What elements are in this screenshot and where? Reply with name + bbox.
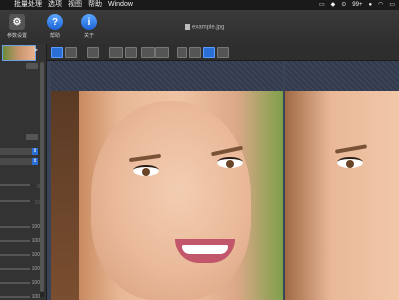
view-single-button[interactable] (177, 47, 187, 58)
right-eye (217, 157, 243, 168)
fit-height-button[interactable] (125, 47, 137, 58)
mic-icon[interactable]: ● (368, 0, 372, 10)
background-pattern (285, 61, 399, 91)
slider-3-value: 100 (31, 224, 40, 230)
menu-batch[interactable]: 批量处理 (14, 0, 42, 10)
view-overlay-button[interactable] (217, 47, 229, 58)
scrollbar-thumb[interactable] (40, 62, 44, 292)
help-label: 帮助 (49, 33, 60, 39)
slider-4-value: 100 (31, 238, 40, 244)
background-pattern (51, 61, 283, 91)
mode-select[interactable]: ⇕ (0, 158, 38, 165)
slider-2[interactable] (0, 200, 30, 202)
sidebar-button-top[interactable] (26, 63, 38, 69)
slider-8-value: 100 (31, 294, 40, 300)
document-title-text: example.jpg (192, 24, 225, 31)
add-image-icon[interactable]: ▸ (34, 45, 42, 59)
document-icon (185, 24, 190, 30)
hand-tool-button[interactable] (51, 47, 63, 58)
slider-3[interactable] (0, 226, 30, 228)
sidebar-button-mid[interactable] (26, 134, 38, 140)
zoom-tool-button[interactable] (65, 47, 77, 58)
rotate-left-button[interactable] (141, 47, 155, 58)
menu-options[interactable]: 选项 (48, 0, 62, 10)
processed-pane[interactable] (285, 61, 399, 300)
slider-6[interactable] (0, 268, 30, 270)
slider-7[interactable] (0, 282, 30, 284)
notification-count[interactable]: 99+ (352, 0, 362, 10)
view-bar (47, 44, 399, 61)
stepper-icon: ⇕ (32, 148, 38, 155)
toolbar: ⚙ 参数设置 ? 帮助 i 关于 example.jpg (0, 10, 399, 45)
help-icon: ? (47, 14, 63, 30)
document-title: example.jpg (185, 24, 224, 31)
portrait-image-processed (285, 91, 399, 300)
slider-2-value: 10 (34, 200, 40, 206)
slider-5-value: 100 (31, 252, 40, 258)
slider-5[interactable] (0, 254, 30, 256)
image-canvas[interactable] (47, 61, 399, 300)
slider-1[interactable] (0, 184, 30, 186)
left-eye (133, 165, 159, 176)
menu-help[interactable]: 帮助 (88, 0, 102, 10)
settings-button[interactable]: ⚙ 参数设置 (2, 12, 32, 39)
info-icon: i (81, 14, 97, 30)
help-button[interactable]: ? 帮助 (40, 12, 70, 39)
teeth (182, 245, 228, 254)
slider-4[interactable] (0, 240, 30, 242)
settings-label: 参数设置 (6, 33, 27, 39)
control-icon[interactable]: ⊙ (341, 0, 346, 10)
slider-7-value: 100 (31, 280, 40, 286)
image-thumbnail[interactable] (2, 45, 36, 61)
slider-1-value: 0 (37, 184, 40, 190)
original-pane[interactable] (51, 61, 283, 300)
hair (51, 91, 79, 300)
preset-select[interactable]: ⇕ (0, 148, 38, 155)
stepper-icon: ⇕ (32, 158, 38, 165)
rotate-right-button[interactable] (155, 47, 169, 58)
view-compare-button[interactable] (203, 47, 215, 58)
view-split-button[interactable] (189, 47, 201, 58)
cast-icon[interactable]: ▭ (319, 0, 325, 10)
wifi-icon[interactable]: ◠ (378, 0, 383, 10)
menu-view[interactable]: 视图 (68, 0, 82, 10)
about-button[interactable]: i 关于 (74, 12, 104, 39)
face (91, 101, 251, 300)
crop-tool-button[interactable] (87, 47, 99, 58)
sidebar-scrollbar[interactable] (40, 62, 44, 297)
battery-icon[interactable]: ▭ (389, 0, 395, 10)
fit-width-button[interactable] (109, 47, 123, 58)
gear-icon: ⚙ (9, 14, 25, 30)
slider-8[interactable] (0, 296, 30, 298)
processed-eye (337, 157, 363, 168)
menu-window[interactable]: Window (108, 0, 133, 10)
dropbox-icon[interactable]: ◆ (331, 0, 336, 10)
menu-bar: 批量处理 选项 视图 帮助 Window ▭ ◆ ⊙ 99+ ● ◠ ▭ (0, 0, 399, 10)
status-icons: ▭ ◆ ⊙ 99+ ● ◠ ▭ (319, 0, 395, 10)
about-label: 关于 (83, 33, 94, 39)
slider-6-value: 100 (31, 266, 40, 272)
